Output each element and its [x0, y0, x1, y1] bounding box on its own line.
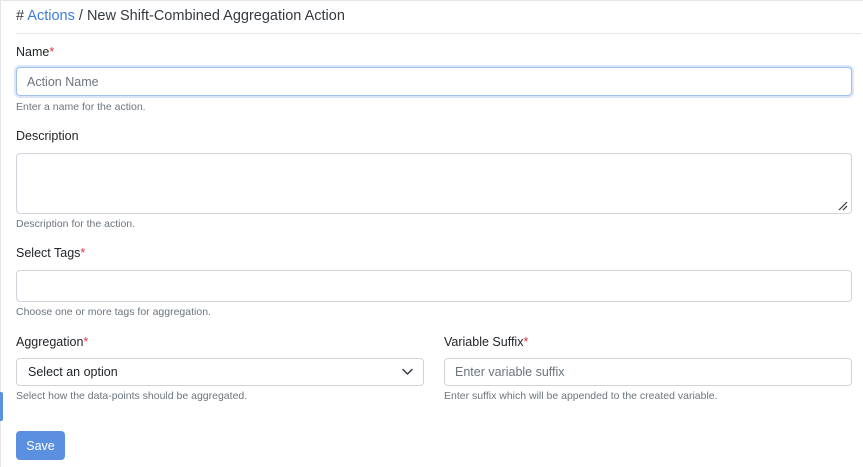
required-mark: *: [80, 246, 86, 260]
required-mark: *: [83, 335, 89, 349]
select-tags-label: Select Tags*: [16, 245, 85, 261]
description-label-text: Description: [16, 129, 79, 143]
tags-select-input[interactable]: [16, 270, 852, 302]
description-textarea[interactable]: [16, 153, 852, 214]
aggregation-selected-value: Select an option: [28, 365, 118, 379]
page-title: New Shift-Combined Aggregation Action: [86, 8, 345, 24]
variable-suffix-label: Variable Suffix*: [444, 334, 528, 350]
aggregation-select[interactable]: Select an option: [16, 358, 424, 386]
description-help-text: Description for the action.: [16, 218, 136, 230]
select-tags-label-text: Select Tags: [16, 246, 81, 260]
chevron-down-icon: [402, 368, 413, 375]
aggregation-help-text: Select how the data-points should be agg…: [16, 390, 248, 402]
variable-suffix-label-text: Variable Suffix: [444, 335, 524, 349]
action-name-input[interactable]: [16, 67, 852, 96]
top-border: [0, 0, 863, 1]
variable-suffix-help-text: Enter suffix which will be appended to t…: [444, 390, 718, 402]
side-panel-tab[interactable]: [0, 392, 3, 421]
save-button[interactable]: Save: [16, 431, 65, 460]
name-label: Name*: [16, 44, 54, 60]
description-label: Description: [16, 128, 79, 144]
required-mark: *: [523, 335, 529, 349]
breadcrumb: # Actions / New Shift-Combined Aggregati…: [16, 6, 345, 26]
breadcrumb-hash: #: [16, 8, 28, 24]
breadcrumb-actions-link[interactable]: Actions: [27, 8, 75, 24]
required-mark: *: [49, 45, 55, 59]
aggregation-label: Aggregation*: [16, 334, 88, 350]
aggregation-label-text: Aggregation: [16, 335, 84, 349]
tags-help-text: Choose one or more tags for aggregation.: [16, 306, 211, 318]
name-help-text: Enter a name for the action.: [16, 101, 146, 113]
breadcrumb-separator: /: [74, 8, 87, 24]
header-divider: [16, 33, 862, 34]
name-label-text: Name: [16, 45, 50, 59]
resize-grip-icon[interactable]: [838, 201, 848, 211]
variable-suffix-input[interactable]: [444, 358, 852, 386]
